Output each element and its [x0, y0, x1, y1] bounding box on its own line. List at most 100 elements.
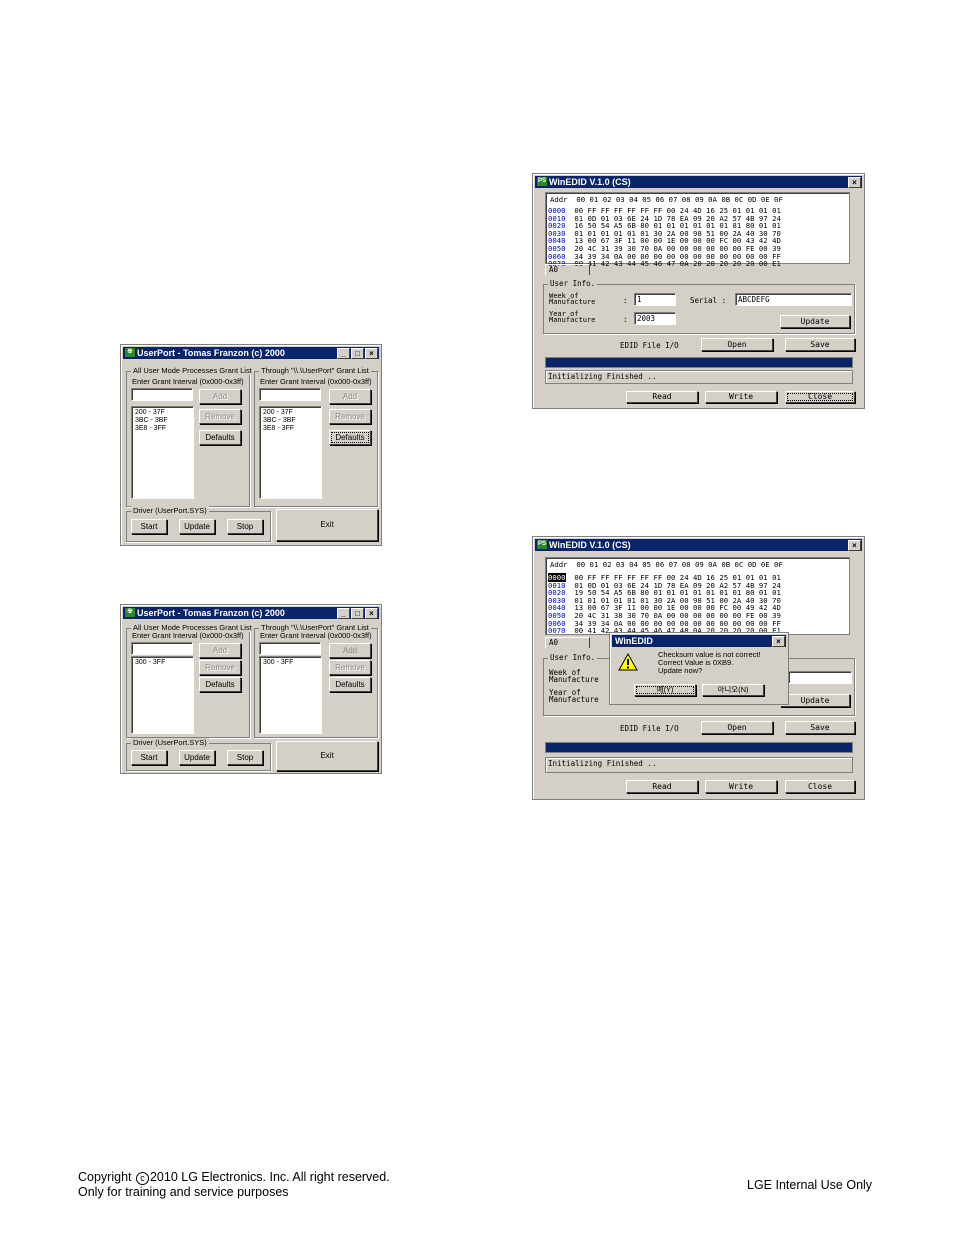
- list-item[interactable]: 300 - 3FF: [135, 659, 190, 667]
- grant-list[interactable]: 200 - 37F 3BC - 3BF 3E8 - 3FF: [259, 406, 322, 499]
- grant-list[interactable]: 300 - 3FF: [131, 656, 194, 734]
- defaults-button[interactable]: Defaults: [329, 677, 371, 692]
- interval-label: Enter Grant Interval (0x000-0x3ff): [260, 377, 372, 386]
- group-label: User Info.: [548, 653, 598, 662]
- checksum-dialog: WinEDID × Checksum value is not correct!…: [609, 632, 789, 705]
- stop-button[interactable]: Stop: [227, 750, 263, 765]
- list-item[interactable]: 3BC - 3BF: [263, 417, 318, 425]
- yes-button[interactable]: 예(Y): [634, 684, 696, 696]
- read-button[interactable]: Read: [626, 391, 698, 403]
- group-label: Through "\\.\UserPort" Grant List: [259, 366, 371, 375]
- file-io-label: EDID File I/O: [620, 724, 679, 733]
- warning-icon: [618, 653, 638, 671]
- progress-bar: [545, 357, 853, 368]
- serial-input[interactable]: [788, 671, 852, 684]
- close-button[interactable]: ×: [772, 636, 785, 647]
- defaults-button[interactable]: Defaults: [199, 430, 241, 445]
- save-button[interactable]: Save: [785, 338, 855, 351]
- file-io-label: EDID File I/O: [620, 341, 679, 350]
- save-button[interactable]: Save: [785, 721, 855, 734]
- tab-a0[interactable]: A0: [545, 637, 590, 648]
- list-item[interactable]: 300 - 3FF: [263, 659, 318, 667]
- window-title: UserPort - Tomas Franzon (c) 2000: [137, 608, 285, 618]
- start-button[interactable]: Start: [131, 750, 167, 765]
- list-item[interactable]: 3E8 - 3FF: [135, 425, 190, 433]
- maximize-button[interactable]: □: [351, 608, 364, 619]
- write-button[interactable]: Write: [705, 780, 777, 793]
- update-button[interactable]: Update: [179, 519, 215, 534]
- add-button[interactable]: Add: [329, 643, 371, 658]
- serial-input[interactable]: ABCDEFG: [735, 293, 852, 306]
- tab-a0[interactable]: A0: [545, 264, 590, 275]
- list-item[interactable]: 200 - 37F: [263, 409, 318, 417]
- maximize-button[interactable]: □: [351, 348, 364, 359]
- dialog-titlebar[interactable]: WinEDID ×: [612, 635, 786, 647]
- group-label: Driver (UserPort.SYS): [131, 738, 209, 747]
- read-button[interactable]: Read: [626, 780, 698, 793]
- copyright-line: Copyright c 2010 LG Electronics. Inc. All…: [78, 1170, 390, 1185]
- userport-window-1: ☢ UserPort - Tomas Franzon (c) 2000 _ □ …: [120, 344, 382, 546]
- status-bar: Initializing Finished ..: [545, 370, 853, 384]
- defaults-button[interactable]: Defaults: [329, 430, 371, 445]
- list-item[interactable]: 3BC - 3BF: [135, 417, 190, 425]
- add-button[interactable]: Add: [199, 389, 241, 404]
- close-button[interactable]: ×: [848, 540, 861, 551]
- open-button[interactable]: Open: [701, 338, 773, 351]
- app-icon: PS: [537, 540, 547, 549]
- grant-list[interactable]: 300 - 3FF: [259, 656, 322, 734]
- start-button[interactable]: Start: [131, 519, 167, 534]
- stop-button[interactable]: Stop: [227, 519, 263, 534]
- add-button[interactable]: Add: [199, 643, 241, 658]
- hex-header: Addr 00 01 02 03 04 05 06 07 08 09 0A 0B…: [550, 560, 783, 569]
- interval-input[interactable]: [131, 388, 193, 401]
- close-button[interactable]: Close: [785, 780, 855, 793]
- update-button[interactable]: Update: [179, 750, 215, 765]
- list-item[interactable]: 3E8 - 3FF: [263, 425, 318, 433]
- hex-header: Addr 00 01 02 03 04 05 06 07 08 09 0A 0B…: [550, 195, 783, 204]
- week-label: Manufacture: [549, 298, 596, 306]
- write-button[interactable]: Write: [705, 391, 777, 403]
- group-label: All User Mode Processes Grant List: [131, 366, 254, 375]
- interval-input[interactable]: [259, 388, 321, 401]
- no-button[interactable]: 아니오(N): [702, 684, 764, 696]
- list-item[interactable]: 200 - 37F: [135, 409, 190, 417]
- userport-titlebar[interactable]: ☢ UserPort - Tomas Franzon (c) 2000 _ □ …: [123, 347, 379, 359]
- open-button[interactable]: Open: [701, 721, 773, 734]
- close-button[interactable]: ×: [365, 348, 378, 359]
- add-button[interactable]: Add: [329, 389, 371, 404]
- remove-button[interactable]: Remove: [329, 660, 371, 675]
- window-title: UserPort - Tomas Franzon (c) 2000: [137, 348, 285, 358]
- exit-button[interactable]: Exit: [276, 509, 378, 541]
- status-bar: Initializing Finished ..: [545, 757, 853, 773]
- update-button[interactable]: Update: [780, 315, 850, 328]
- window-title: WinEDID V.1.0 (CS): [549, 540, 631, 550]
- edid-hex-table[interactable]: Addr 00 01 02 03 04 05 06 07 08 09 0A 0B…: [545, 557, 850, 635]
- edid-hex-table[interactable]: Addr 00 01 02 03 04 05 06 07 08 09 0A 0B…: [545, 192, 850, 267]
- year-input[interactable]: 2003: [634, 312, 676, 325]
- remove-button[interactable]: Remove: [199, 409, 241, 424]
- minimize-button[interactable]: _: [337, 608, 350, 619]
- interval-input[interactable]: [131, 642, 193, 655]
- window-title: WinEDID V.1.0 (CS): [549, 177, 631, 187]
- app-icon: PS: [537, 177, 547, 186]
- userport-titlebar[interactable]: ☢ UserPort - Tomas Franzon (c) 2000 _ □ …: [123, 607, 379, 619]
- winedid-titlebar[interactable]: PS WinEDID V.1.0 (CS) ×: [535, 176, 862, 188]
- grant-list[interactable]: 200 - 37F 3BC - 3BF 3E8 - 3FF: [131, 406, 194, 499]
- remove-button[interactable]: Remove: [199, 660, 241, 675]
- remove-button[interactable]: Remove: [329, 409, 371, 424]
- group-label: User Info.: [548, 279, 598, 288]
- defaults-button[interactable]: Defaults: [199, 677, 241, 692]
- dialog-message: Update now?: [658, 666, 703, 675]
- exit-button[interactable]: Exit: [276, 741, 378, 771]
- radiation-icon: ☢: [125, 608, 135, 617]
- close-button[interactable]: ×: [848, 177, 861, 188]
- internal-use-notice: LGE Internal Use Only: [747, 1178, 873, 1192]
- update-button[interactable]: Update: [780, 694, 850, 707]
- minimize-button[interactable]: _: [337, 348, 350, 359]
- interval-input[interactable]: [259, 642, 321, 655]
- winedid-titlebar[interactable]: PS WinEDID V.1.0 (CS) ×: [535, 539, 862, 551]
- week-input[interactable]: 1: [634, 293, 676, 306]
- interval-label: Enter Grant Interval (0x000-0x3ff): [132, 377, 244, 386]
- close-button[interactable]: Close: [785, 391, 855, 403]
- close-button[interactable]: ×: [365, 608, 378, 619]
